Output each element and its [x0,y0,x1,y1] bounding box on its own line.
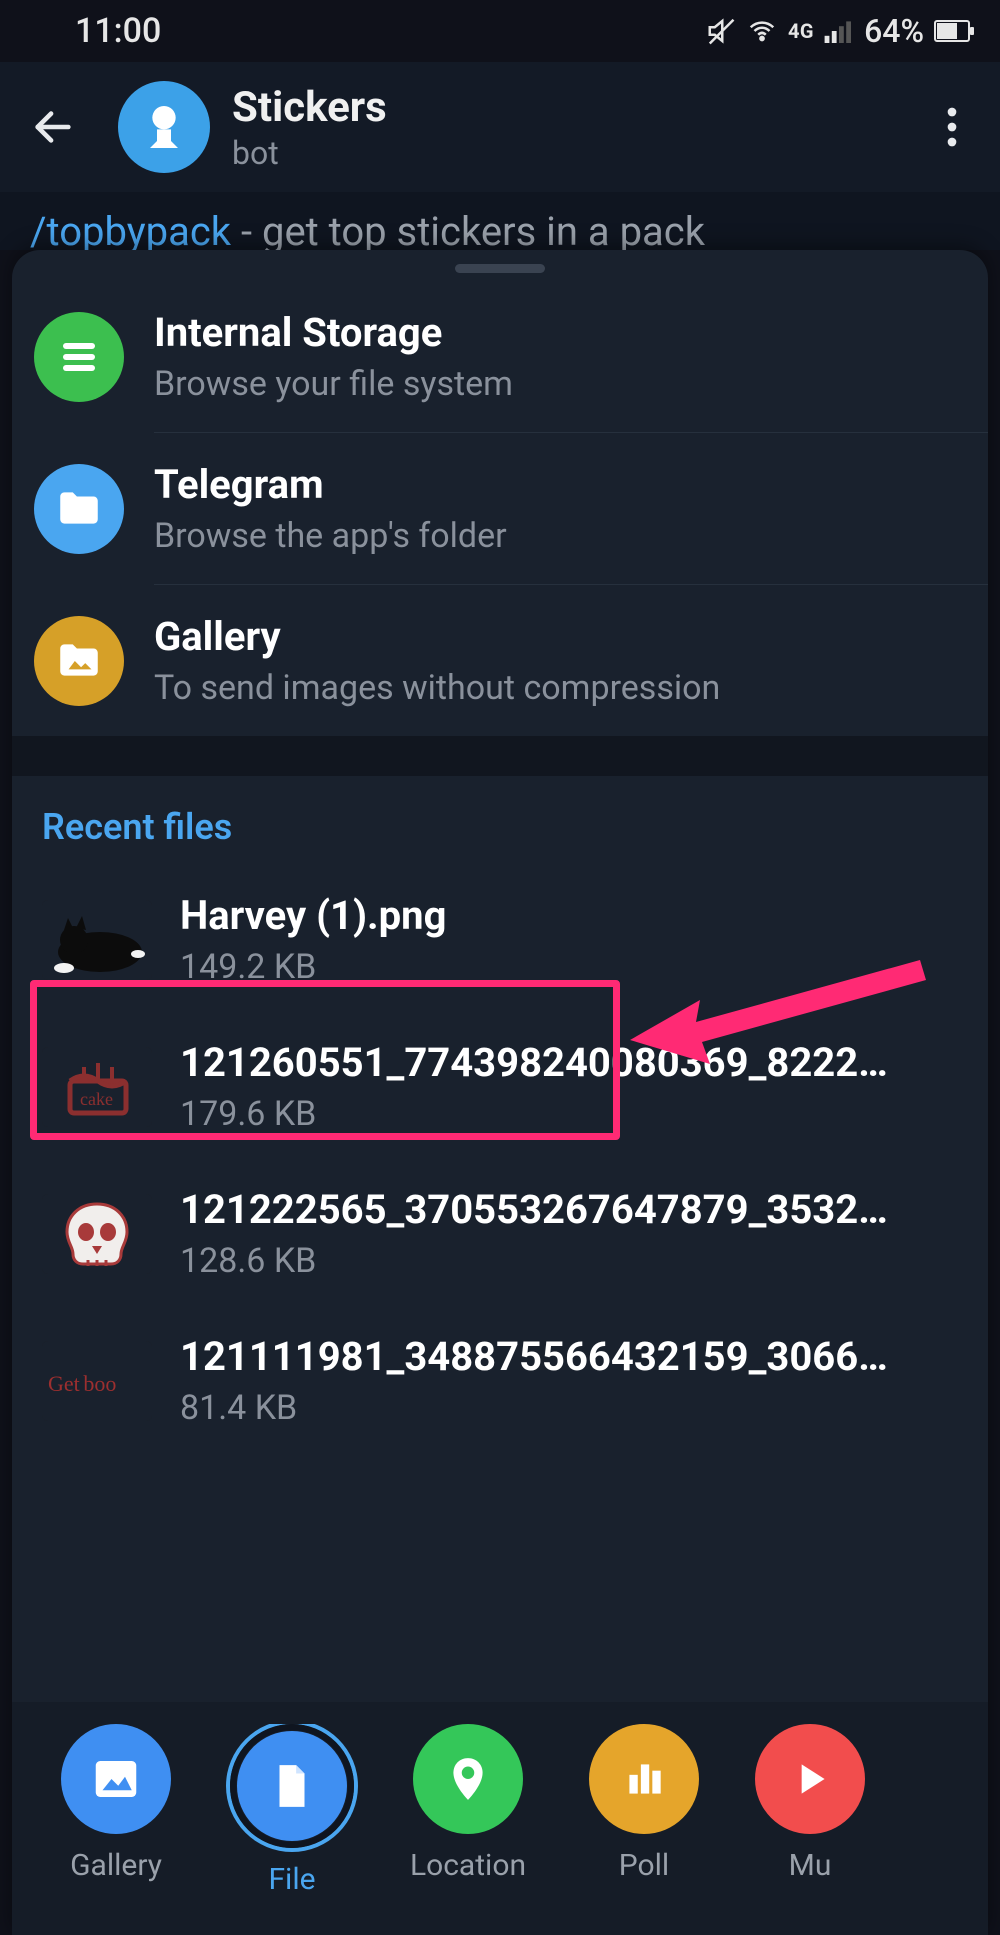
file-icon [237,1731,347,1841]
attach-sheet: Internal Storage Browse your file system… [12,250,988,1935]
active-ring [230,1724,354,1848]
network-type: 4G [788,19,814,43]
svg-text:cake: cake [80,1089,113,1109]
attach-poll[interactable]: Poll [584,1724,704,1883]
chat-title[interactable]: Stickers [232,83,922,132]
drag-handle[interactable] [455,264,545,273]
chat-avatar[interactable] [118,81,210,173]
more-options-button[interactable] [922,105,982,149]
source-subtitle: To send images without compression [154,668,966,708]
file-row[interactable]: 121222565_370553267647879_3532… 128.6 KB [12,1160,988,1307]
attach-file[interactable]: File [232,1724,352,1897]
file-size: 81.4 KB [180,1388,958,1428]
source-internal-storage[interactable]: Internal Storage Browse your file system [12,281,988,432]
battery-icon [934,20,970,42]
bot-command-link[interactable]: /topbypack [30,208,231,250]
file-row[interactable]: Harvey (1).png 149.2 KB [12,866,988,1013]
svg-text:Get boo: Get boo [48,1371,116,1396]
file-row[interactable]: cake 121260551_774398240080369_8222… 179… [12,1013,988,1160]
attach-music[interactable]: Mu [760,1724,840,1883]
status-bar: 11:00 4G 64% [0,0,1000,62]
back-button[interactable] [18,62,88,192]
source-title: Gallery [154,613,966,660]
file-row[interactable]: Get boo 121111981_348875566432159_3066… … [12,1307,988,1454]
signal-icon [824,19,854,43]
attach-label: File [268,1862,315,1897]
location-icon [413,1724,523,1834]
gallery-icon [61,1724,171,1834]
attach-gallery[interactable]: Gallery [56,1724,176,1883]
file-name: 121222565_370553267647879_3532… [180,1186,958,1233]
attach-type-nav: Gallery File Location [12,1702,988,1935]
chat-subtitle: bot [232,134,922,172]
battery-percent: 64% [864,12,924,50]
attach-label: Location [410,1848,526,1883]
status-right: 4G 64% [706,12,970,50]
file-thumbnail [42,1194,152,1274]
file-thumbnail: cake [42,1047,152,1127]
source-subtitle: Browse the app's folder [154,516,966,556]
attach-label: Gallery [70,1848,162,1883]
source-title: Internal Storage [154,309,966,356]
attach-location[interactable]: Location [408,1724,528,1883]
poll-icon [589,1724,699,1834]
file-size: 128.6 KB [180,1241,958,1281]
source-gallery[interactable]: Gallery To send images without compressi… [12,585,988,736]
source-telegram[interactable]: Telegram Browse the app's folder [12,433,988,584]
wifi-icon [746,16,778,46]
file-thumbnail: Get boo [42,1341,152,1421]
source-title: Telegram [154,461,966,508]
recent-files-header: Recent files [12,776,988,866]
file-size: 149.2 KB [180,947,958,987]
folder-icon [34,464,124,554]
file-thumbnail [42,900,152,980]
file-name: 121260551_774398240080369_8222… [180,1039,958,1086]
file-size: 179.6 KB [180,1094,958,1134]
mute-icon [706,16,736,46]
music-icon [755,1724,865,1834]
message-preview: /topbypack - get top stickers in a pack [0,192,1000,250]
status-time: 11:00 [75,11,161,51]
storage-icon [34,312,124,402]
attach-label: Poll [619,1848,669,1883]
source-subtitle: Browse your file system [154,364,966,404]
chat-header: Stickers bot [0,62,1000,192]
bot-command-desc: - get top stickers in a pack [231,208,705,250]
attach-label: Mu [789,1848,832,1883]
file-name: Harvey (1).png [180,892,958,939]
image-folder-icon [34,616,124,706]
file-name: 121111981_348875566432159_3066… [180,1333,958,1380]
